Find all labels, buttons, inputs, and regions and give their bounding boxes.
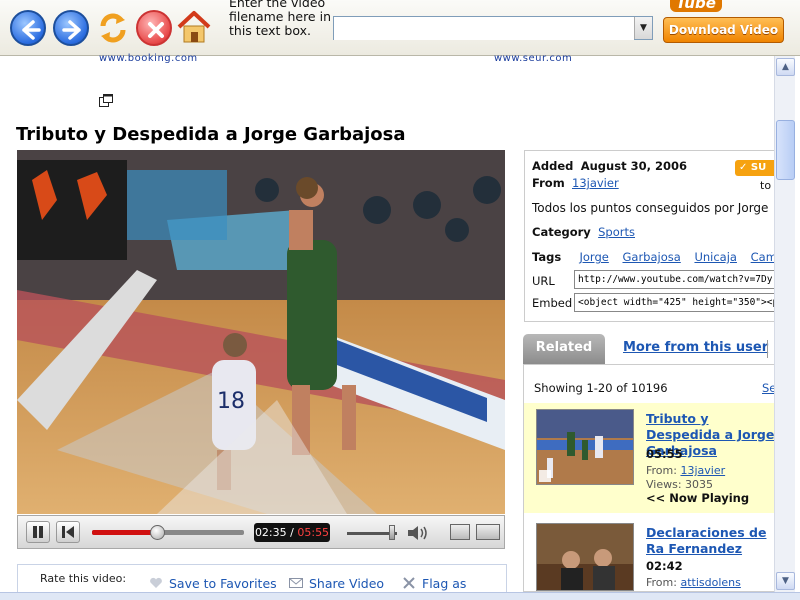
video-filename-input[interactable] xyxy=(334,17,634,40)
stop-button[interactable] xyxy=(136,10,172,46)
flag-link[interactable]: Flag as xyxy=(402,576,466,591)
related-duration: 05:55 xyxy=(646,447,683,461)
ad-link-seur[interactable]: www.seur.com xyxy=(494,53,572,64)
badge-to-text: to xyxy=(760,179,772,192)
arrow-right-icon xyxy=(62,20,81,40)
time-separator: / xyxy=(290,526,294,539)
close-icon xyxy=(148,22,164,38)
tags-row: Tags Jorge Garbajosa Unicaja Campeon xyxy=(532,250,777,264)
speaker-icon[interactable] xyxy=(406,524,430,542)
fullscreen-button[interactable] xyxy=(476,524,500,540)
ad-link-booking[interactable]: www.booking.com xyxy=(99,53,198,64)
video-thumbnail[interactable] xyxy=(536,409,634,485)
related-views: Views: 3035 xyxy=(646,478,714,491)
results-count: Showing 1-20 of 10196 xyxy=(534,381,668,395)
rate-label: Rate this video: xyxy=(40,572,127,585)
url-instructions: Enter the video filename here in this te… xyxy=(229,0,331,38)
popout-icon[interactable] xyxy=(99,94,113,107)
scroll-down-icon[interactable]: ▼ xyxy=(776,572,795,590)
download-video-button[interactable]: Download Video xyxy=(663,17,784,43)
related-videos-panel: Showing 1-20 of 10196 Se Tributo y Despe… xyxy=(523,364,778,592)
related-from: From: 13javier xyxy=(646,464,726,477)
video-actions-bar: Rate this video: Save to Favorites Share… xyxy=(17,564,507,592)
share-video-link[interactable]: Share Video xyxy=(289,576,384,591)
jersey-number: 18 xyxy=(217,389,245,414)
related-user-link[interactable]: 13javier xyxy=(680,464,725,477)
rewind-button[interactable] xyxy=(56,521,80,543)
related-user-link[interactable]: attisdolens xyxy=(680,576,740,589)
browser-window: Enter the video filename here in this te… xyxy=(0,0,800,600)
pause-button[interactable] xyxy=(26,521,50,543)
tab-divider xyxy=(767,340,768,358)
video-frame-image: 18 xyxy=(17,150,505,514)
video-title: Tributo y Despedida a Jorge Garbajosa xyxy=(16,124,406,145)
home-button[interactable] xyxy=(176,8,212,46)
skip-back-icon xyxy=(62,526,74,538)
refresh-icon xyxy=(100,13,126,43)
thumbnail-image xyxy=(537,410,633,484)
tab-related[interactable]: Related xyxy=(523,334,605,364)
arrow-left-icon xyxy=(22,20,41,40)
category-row: Category Sports xyxy=(532,225,635,239)
now-playing-label: << Now Playing xyxy=(646,491,750,505)
forward-button[interactable] xyxy=(53,10,89,46)
refresh-button[interactable] xyxy=(95,10,131,46)
vertical-scrollbar[interactable]: ▲ ▼ xyxy=(774,56,795,592)
progress-fill xyxy=(92,530,158,535)
volume-handle[interactable] xyxy=(389,525,395,540)
embed-code-field[interactable]: <object width="425" height="350"><pa xyxy=(574,293,777,312)
toolbar: Enter the video filename here in this te… xyxy=(0,0,800,56)
embed-label: Embed xyxy=(532,296,573,310)
from-row: From 13javier xyxy=(532,176,619,190)
related-from: From: attisdolens xyxy=(646,576,741,589)
from-user-link[interactable]: 13javier xyxy=(572,176,619,190)
tag-link[interactable]: Jorge xyxy=(579,250,608,264)
tag-link[interactable]: Garbajosa xyxy=(622,250,680,264)
related-title-link[interactable]: Declaraciones de Ra Fernandez xyxy=(646,525,777,557)
related-duration: 02:42 xyxy=(646,559,683,573)
flag-x-icon xyxy=(403,577,415,589)
related-tabs: Related More from this user xyxy=(523,334,778,364)
category-link[interactable]: Sports xyxy=(598,225,635,239)
scroll-up-icon[interactable]: ▲ xyxy=(776,58,795,76)
envelope-icon xyxy=(289,578,303,588)
scrollbar-thumb[interactable] xyxy=(776,120,795,180)
added-date: August 30, 2006 xyxy=(580,159,687,173)
url-label: URL xyxy=(532,274,555,288)
player-controls: 02:35 / 05:55 xyxy=(17,515,505,549)
video-thumbnail[interactable] xyxy=(536,523,634,591)
dropdown-arrow-icon[interactable]: ▼ xyxy=(634,17,652,39)
video-info-box: Added August 30, 2006 ✓ SU to From 13jav… xyxy=(524,150,778,322)
progress-bar[interactable] xyxy=(92,525,244,540)
video-filename-field[interactable]: ▼ xyxy=(333,16,653,40)
normal-size-button[interactable] xyxy=(450,524,470,540)
time-display: 02:35 / 05:55 xyxy=(254,523,330,542)
thumbnail-image xyxy=(537,524,633,590)
pause-icon xyxy=(33,526,43,538)
video-url-field[interactable]: http://www.youtube.com/watch?v=7Dy xyxy=(574,270,777,289)
app-logo: Tube xyxy=(668,0,788,12)
related-item[interactable]: Declaraciones de Ra Fernandez 02:42 From… xyxy=(524,517,777,591)
horizontal-scrollbar[interactable] xyxy=(0,592,800,600)
back-button[interactable] xyxy=(10,10,46,46)
check-icon: ✓ xyxy=(739,162,748,173)
time-current: 02:35 xyxy=(254,526,287,539)
home-icon xyxy=(177,11,211,43)
video-description: Todos los puntos conseguidos por Jorge xyxy=(532,201,769,215)
save-to-favorites-link[interactable]: Save to Favorites xyxy=(149,576,277,591)
related-item-current[interactable]: Tributo y Despedida a Jorge Garbajosa 05… xyxy=(524,403,777,513)
progress-handle[interactable] xyxy=(150,525,166,540)
subscribe-badge[interactable]: ✓ SU xyxy=(735,160,777,176)
heart-icon xyxy=(150,577,162,588)
tab-more-from-user[interactable]: More from this user xyxy=(623,340,768,355)
video-player[interactable]: 18 xyxy=(17,150,505,514)
tag-link[interactable]: Unicaja xyxy=(694,250,737,264)
added-row: Added August 30, 2006 xyxy=(532,159,687,173)
time-total: 05:55 xyxy=(297,526,330,539)
